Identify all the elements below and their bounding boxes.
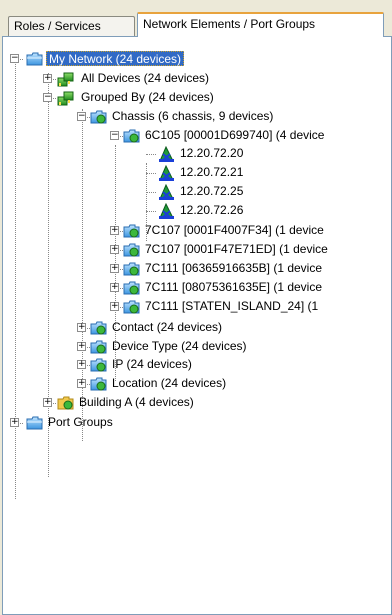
switch-device-icon: [159, 184, 174, 200]
tab-roles-services[interactable]: Roles / Services: [8, 16, 135, 36]
tree-node-label: 12.20.72.20: [180, 146, 244, 160]
expand-toggle[interactable]: +: [110, 245, 119, 254]
folder-icon: [123, 281, 140, 295]
tree-node-label: 7C111 [06365916635B] (1 device: [145, 261, 323, 275]
tree-node-label: 12.20.72.21: [180, 165, 244, 179]
folder-icon: [123, 262, 140, 276]
folder-icon: [123, 129, 140, 143]
switch-device-icon: [159, 165, 174, 181]
collapse-toggle[interactable]: −: [43, 93, 52, 102]
tree-panel[interactable]: − My Network (24 devices) + All Devices …: [2, 36, 392, 615]
collapse-toggle[interactable]: −: [110, 131, 119, 140]
tree-node-label: Device Type (24 devices): [112, 339, 247, 353]
expand-toggle[interactable]: +: [110, 283, 119, 292]
expand-toggle[interactable]: +: [77, 360, 86, 369]
folder-icon: [90, 377, 107, 391]
tree-node-label: 7C107 [0001F4007F34] (1 device: [145, 223, 324, 237]
folder-icon: [90, 340, 107, 354]
expand-toggle[interactable]: +: [110, 264, 119, 273]
tree-node-label: Contact (24 devices): [112, 320, 223, 334]
collapse-toggle[interactable]: −: [10, 54, 19, 63]
tab-bar: Roles / Services Network Elements / Port…: [0, 0, 392, 37]
expand-toggle[interactable]: +: [43, 74, 52, 83]
tree-node-label: All Devices (24 devices): [81, 71, 210, 85]
folder-icon: [26, 52, 43, 66]
expand-toggle[interactable]: +: [77, 342, 86, 351]
expand-toggle[interactable]: +: [110, 226, 119, 235]
folder-icon: [123, 224, 140, 238]
expand-toggle[interactable]: +: [110, 302, 119, 311]
switch-device-icon: [159, 203, 174, 219]
expand-toggle[interactable]: +: [43, 398, 52, 407]
folder-icon: [123, 243, 140, 257]
tree-node-label: 7C107 [0001F47E71ED] (1 device: [145, 242, 328, 256]
switch-device-icon: [159, 146, 174, 162]
tree-node-label: 7C111 [STATEN_ISLAND_24] (1: [145, 299, 319, 313]
tree-node-label: Location (24 devices): [112, 376, 227, 390]
tab-network-elements-port-groups[interactable]: Network Elements / Port Groups: [137, 12, 384, 37]
collapse-toggle[interactable]: −: [77, 112, 86, 121]
tree-node-label: 12.20.72.26: [180, 203, 244, 217]
folder-icon: [57, 396, 74, 410]
folder-icon: [90, 321, 107, 335]
tree-node-label: Chassis (6 chassis, 9 devices): [112, 109, 274, 123]
tree-node-label: My Network (24 devices): [46, 51, 185, 66]
expand-toggle[interactable]: +: [10, 418, 19, 427]
folder-icon: [90, 358, 107, 372]
folder-icon: [90, 110, 107, 124]
tree-node-label: Grouped By (24 devices): [81, 90, 214, 104]
device-group-icon: [57, 72, 74, 87]
tree-node-label: IP (24 devices): [112, 357, 192, 371]
expand-toggle[interactable]: +: [77, 323, 86, 332]
device-group-icon: [57, 91, 74, 106]
tree-node-label: 12.20.72.25: [180, 184, 244, 198]
tree-node-label: Building A (4 devices): [79, 395, 194, 409]
folder-icon: [26, 416, 43, 430]
expand-toggle[interactable]: +: [77, 379, 86, 388]
folder-icon: [123, 300, 140, 314]
tree-node-label: 7C111 [08075361635E] (1 device: [145, 280, 323, 294]
tree-node-label: Port Groups: [48, 415, 113, 429]
tree-node-label: 6C105 [00001D699740] (4 device: [145, 128, 325, 142]
